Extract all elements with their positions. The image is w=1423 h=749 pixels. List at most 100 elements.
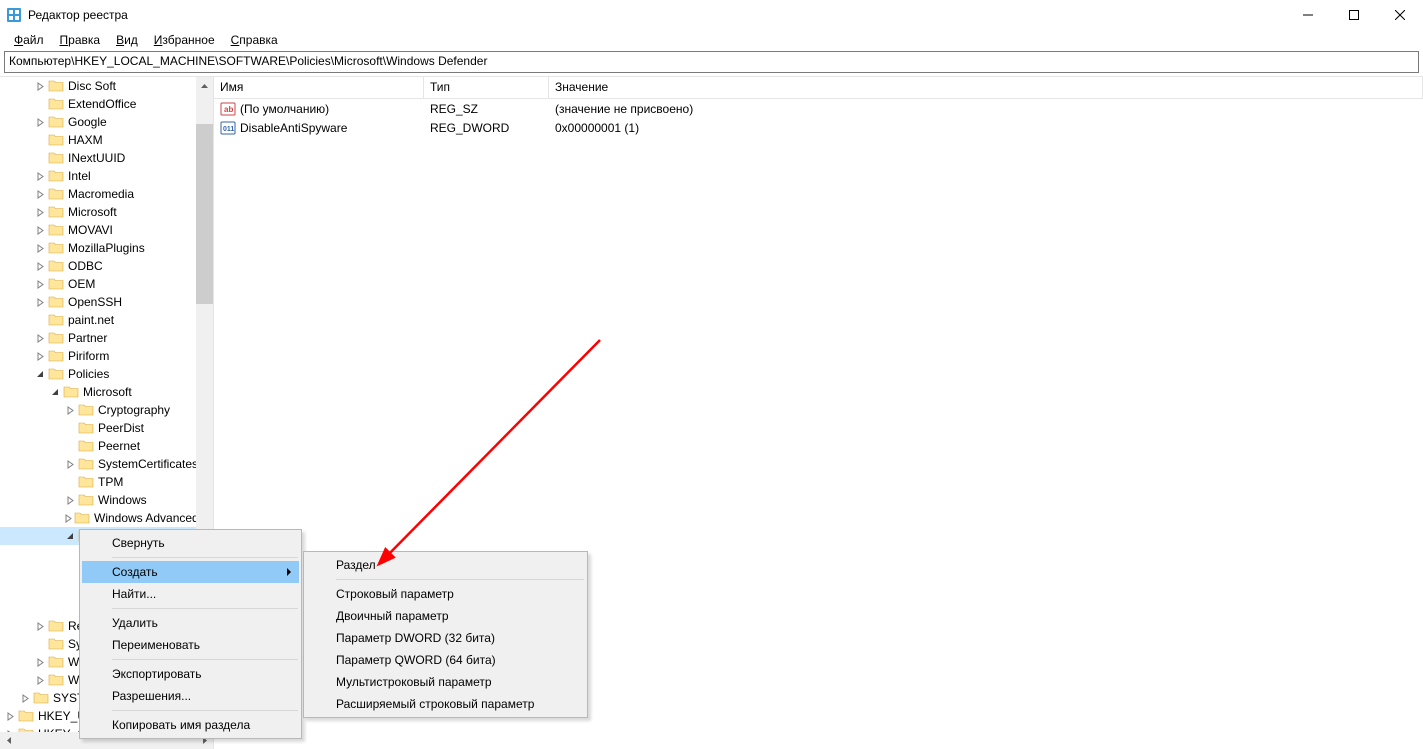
chevron-right-icon[interactable] [34,658,47,667]
chevron-right-icon[interactable] [4,730,17,733]
tree-item[interactable]: Intel [0,167,213,185]
chevron-right-icon[interactable] [64,460,77,469]
tree-item[interactable]: Disc Soft [0,77,213,95]
menu-edit[interactable]: Правка [52,31,109,49]
chevron-right-icon[interactable] [34,298,47,307]
chevron-down-icon[interactable] [34,370,47,379]
menu-item[interactable]: Строковый параметр [306,583,585,605]
chevron-down-icon[interactable] [49,388,62,397]
chevron-right-icon[interactable] [34,172,47,181]
tree-item[interactable]: Policies [0,365,213,383]
string-value-icon: ab [220,101,236,117]
menu-item[interactable]: Разрешения... [82,685,299,707]
address-bar[interactable]: Компьютер\HKEY_LOCAL_MACHINE\SOFTWARE\Po… [4,51,1419,73]
menu-item[interactable]: Экспортировать [82,663,299,685]
chevron-down-icon[interactable] [64,532,77,541]
chevron-right-icon[interactable] [34,262,47,271]
tree-item[interactable]: MozillaPlugins [0,239,213,257]
tree-item[interactable]: Partner [0,329,213,347]
chevron-right-icon[interactable] [64,496,77,505]
column-name[interactable]: Имя [214,77,424,98]
tree-item-label: Peernet [98,439,140,453]
menu-file[interactable]: Файл [6,31,52,49]
menu-favorites[interactable]: Избранное [146,31,223,49]
window-title: Редактор реестра [28,8,1285,22]
tree-item[interactable]: OEM [0,275,213,293]
chevron-right-icon[interactable] [34,190,47,199]
chevron-right-icon[interactable] [64,514,73,523]
column-value[interactable]: Значение [549,77,1423,98]
menu-item[interactable]: Двоичный параметр [306,605,585,627]
chevron-right-icon[interactable] [34,82,47,91]
folder-icon [48,348,64,364]
tree-item[interactable]: PeerDist [0,419,213,437]
folder-icon [74,510,90,526]
menu-item[interactable]: Мультистроковый параметр [306,671,585,693]
tree-item[interactable]: paint.net [0,311,213,329]
chevron-right-icon[interactable] [34,280,47,289]
tree-item[interactable]: Windows [0,491,213,509]
chevron-right-icon[interactable] [34,244,47,253]
menu-item[interactable]: Параметр DWORD (32 бита) [306,627,585,649]
tree-item[interactable]: Cryptography [0,401,213,419]
menu-item[interactable]: Расширяемый строковый параметр [306,693,585,715]
tree-item[interactable]: TPM [0,473,213,491]
chevron-right-icon[interactable] [34,208,47,217]
tree-item[interactable]: Microsoft [0,383,213,401]
menu-item[interactable]: Раздел [306,554,585,576]
list-row[interactable]: 011DisableAntiSpywareREG_DWORD0x00000001… [214,118,1423,137]
maximize-button[interactable] [1331,0,1377,30]
menu-item[interactable]: Свернуть [82,532,299,554]
folder-icon [48,150,64,166]
menu-item-label: Свернуть [112,536,165,550]
tree-item[interactable]: ExtendOffice [0,95,213,113]
menu-item[interactable]: Создать [82,561,299,583]
column-type[interactable]: Тип [424,77,549,98]
tree-item-label: ODBC [68,259,103,273]
tree-item[interactable]: ODBC [0,257,213,275]
folder-icon [78,438,94,454]
menu-item[interactable]: Удалить [82,612,299,634]
tree-item[interactable]: SystemCertificates [0,455,213,473]
tree-item[interactable]: Piriform [0,347,213,365]
tree-item[interactable]: OpenSSH [0,293,213,311]
menu-view[interactable]: Вид [108,31,146,49]
chevron-right-icon[interactable] [34,622,47,631]
scroll-up-button[interactable] [196,77,213,94]
chevron-right-icon[interactable] [34,118,47,127]
tree-item[interactable]: Google [0,113,213,131]
tree-item-label: paint.net [68,313,114,327]
chevron-right-icon[interactable] [34,352,47,361]
chevron-right-icon[interactable] [34,334,47,343]
tree-item-label: Intel [68,169,91,183]
chevron-right-icon[interactable] [64,406,77,415]
folder-icon [78,456,94,472]
chevron-right-icon[interactable] [34,226,47,235]
minimize-button[interactable] [1285,0,1331,30]
scroll-thumb[interactable] [196,124,213,304]
menu-item[interactable]: Переименовать [82,634,299,656]
folder-icon [18,708,34,724]
folder-icon [48,276,64,292]
folder-icon [78,492,94,508]
menu-item-label: Найти... [112,587,156,601]
tree-item[interactable]: INextUUID [0,149,213,167]
tree-item[interactable]: HAXM [0,131,213,149]
value-type: REG_DWORD [424,120,549,136]
menu-item[interactable]: Параметр QWORD (64 бита) [306,649,585,671]
close-button[interactable] [1377,0,1423,30]
tree-item[interactable]: Macromedia [0,185,213,203]
chevron-right-icon[interactable] [34,676,47,685]
tree-item[interactable]: Peernet [0,437,213,455]
menu-help[interactable]: Справка [223,31,286,49]
folder-icon [33,690,49,706]
menu-item[interactable]: Копировать имя раздела [82,714,299,736]
list-row[interactable]: ab(По умолчанию)REG_SZ(значение не присв… [214,99,1423,118]
scroll-left-button[interactable] [0,732,17,749]
tree-item[interactable]: MOVAVI [0,221,213,239]
menu-item[interactable]: Найти... [82,583,299,605]
tree-item[interactable]: Windows Advanced Threat Protection [0,509,213,527]
tree-item[interactable]: Microsoft [0,203,213,221]
chevron-right-icon[interactable] [19,694,32,703]
chevron-right-icon[interactable] [4,712,17,721]
